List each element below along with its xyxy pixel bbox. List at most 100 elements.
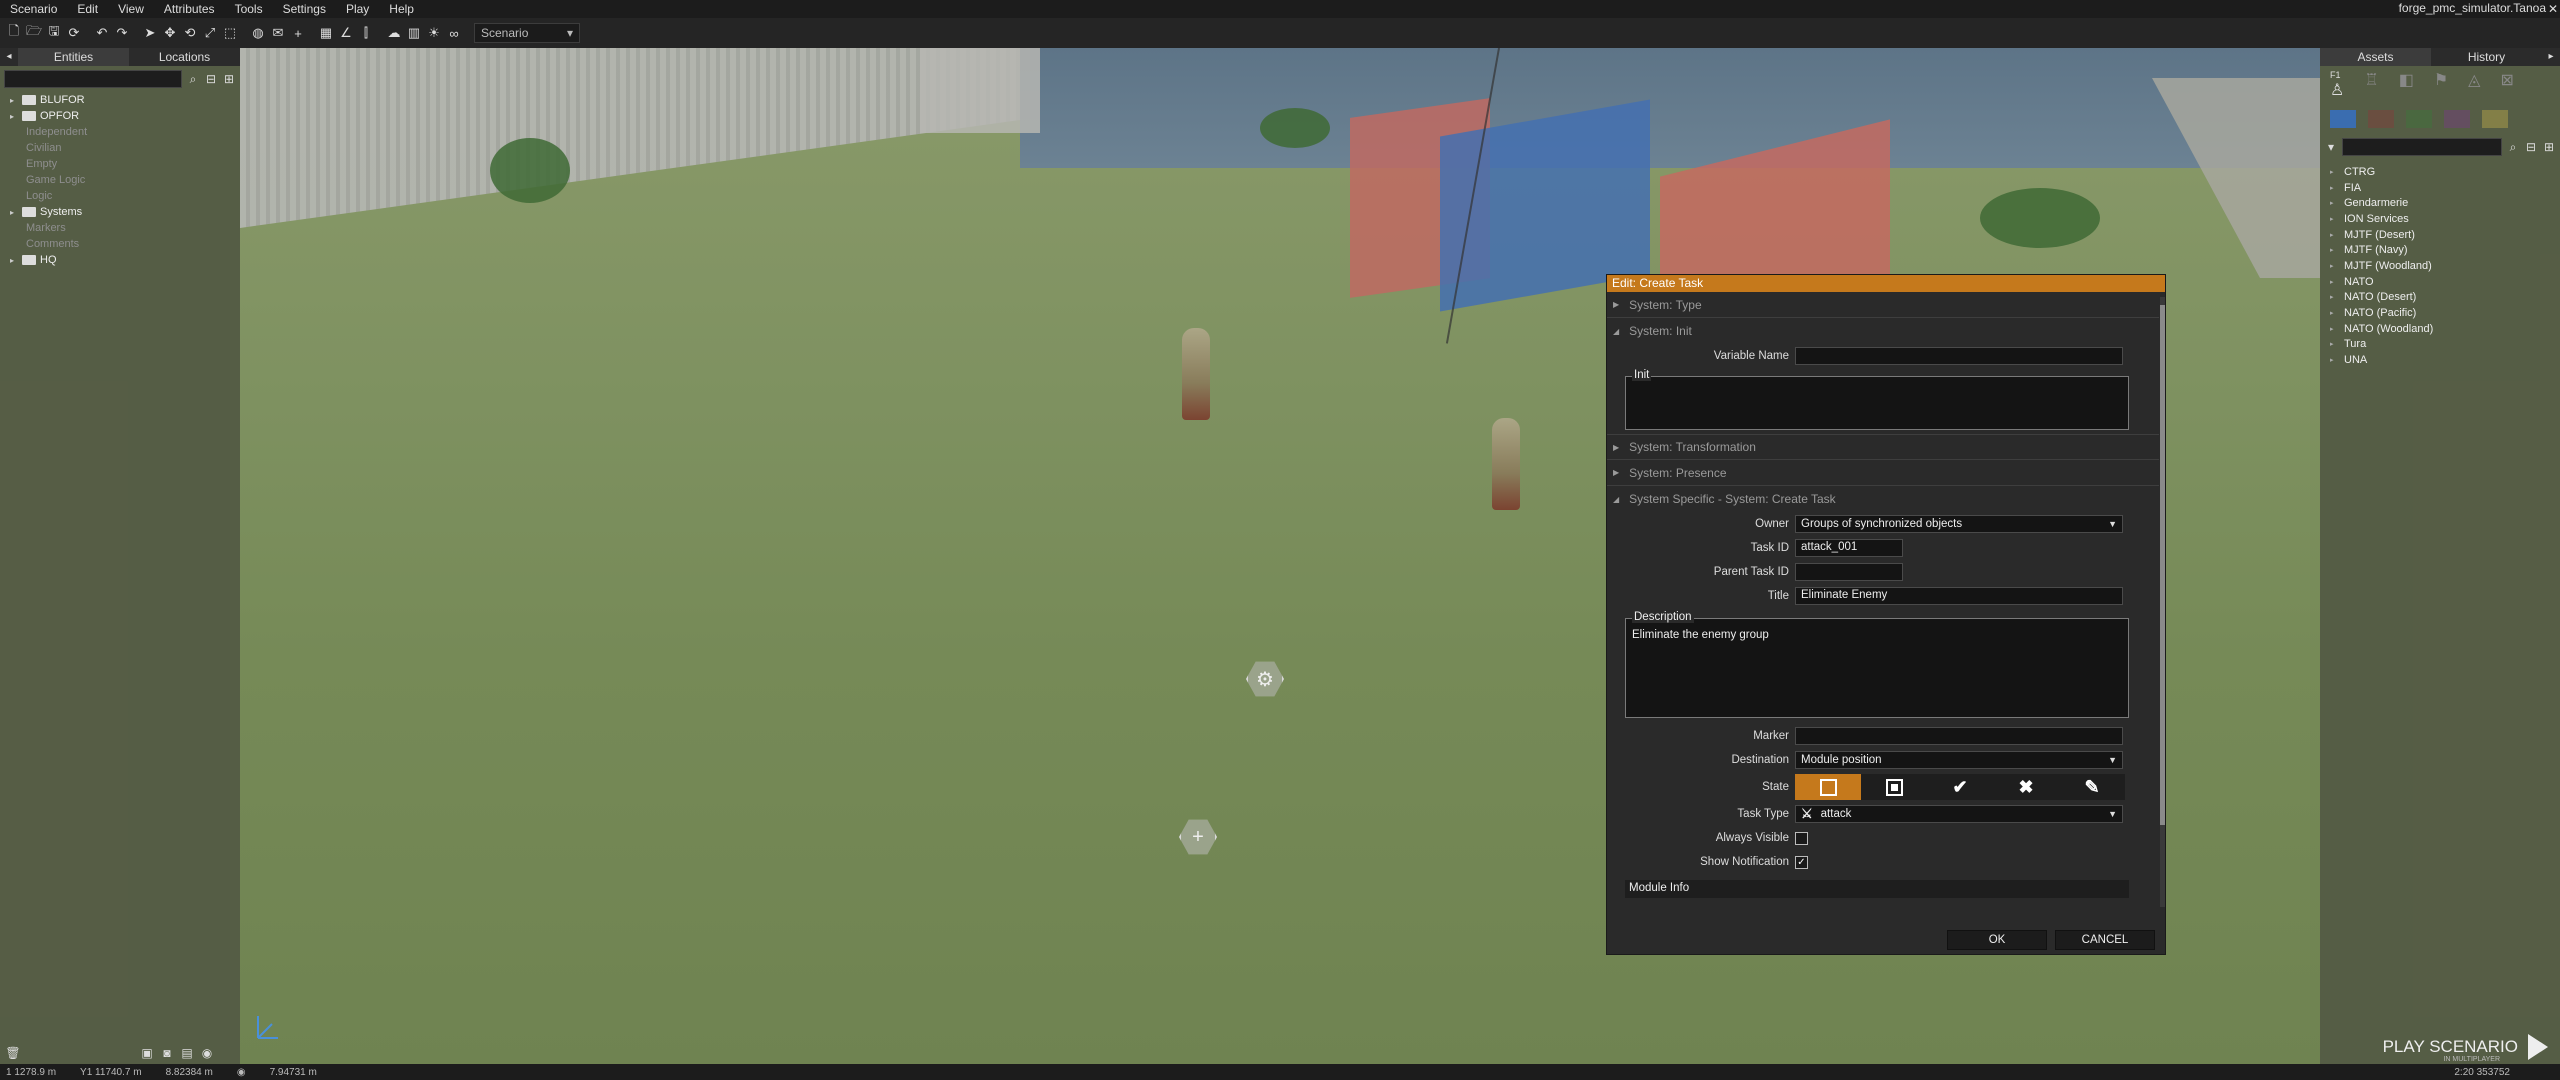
sun-icon[interactable]: ☀ <box>424 22 444 44</box>
play-scenario-button[interactable]: PLAY SCENARIO IN MULTIPLAYER <box>2383 1034 2548 1063</box>
state-assigned-button[interactable] <box>1861 774 1927 800</box>
tree-item-civilian[interactable]: Civilian <box>10 140 240 156</box>
faction-item[interactable]: ▸ MJTF (Woodland) <box>2330 258 2560 274</box>
soldier-unit[interactable] <box>1492 418 1520 510</box>
collapse-all-icon[interactable]: ⊟ <box>2524 140 2538 154</box>
expand-arrow-icon[interactable]: ▸ <box>10 256 18 265</box>
faction-item[interactable]: ▸ NATO <box>2330 274 2560 290</box>
globe-icon[interactable]: ◍ <box>248 22 268 44</box>
expand-all-icon[interactable]: ⊞ <box>2542 140 2556 154</box>
task-id-field[interactable]: attack_001 <box>1795 539 1903 557</box>
expand-arrow-icon[interactable]: ▸ <box>2330 356 2338 364</box>
menu-edit[interactable]: Edit <box>67 2 108 16</box>
expand-arrow-icon[interactable]: ▸ <box>2330 168 2338 176</box>
side-opfor-swatch[interactable] <box>2368 110 2394 128</box>
expand-arrow-icon[interactable]: ▸ <box>2330 293 2338 301</box>
expand-arrow-icon[interactable]: ▸ <box>2330 184 2338 192</box>
marker-field[interactable] <box>1795 727 2123 745</box>
tree-item-logic[interactable]: Logic <box>10 188 240 204</box>
faction-item[interactable]: ▸ NATO (Woodland) <box>2330 321 2560 337</box>
select-tool-icon[interactable]: ➤ <box>140 22 160 44</box>
publish-icon[interactable]: ⟳ <box>64 22 84 44</box>
expand-all-icon[interactable]: ⊞ <box>222 72 236 86</box>
save-icon[interactable]: 🖫 <box>44 22 64 44</box>
faction-item[interactable]: ▸ Gendarmerie <box>2330 195 2560 211</box>
weather-icon[interactable]: ☁ <box>384 22 404 44</box>
description-textarea[interactable]: Eliminate the enemy group <box>1626 619 2128 717</box>
variable-name-field[interactable] <box>1795 347 2123 365</box>
rotate-tool-icon[interactable]: ⟲ <box>180 22 200 44</box>
state-succeeded-button[interactable]: ✔ <box>1927 774 1993 800</box>
dialog-scrollbar[interactable] <box>2160 297 2165 907</box>
section-system-presence[interactable]: ▶ System: Presence <box>1607 460 2159 486</box>
filter-dropdown-icon[interactable]: ▾ <box>2324 140 2338 154</box>
tree-item-blufor[interactable]: ▸ BLUFOR <box>10 92 240 108</box>
search-icon[interactable]: ⌕ <box>186 72 200 86</box>
open-icon[interactable]: 🗁 <box>24 22 44 44</box>
faction-item[interactable]: ▸ NATO (Desert) <box>2330 290 2560 306</box>
soldier-unit[interactable] <box>1182 328 1210 420</box>
mode-select[interactable]: Scenario ▾ <box>474 23 580 43</box>
scrollbar-thumb[interactable] <box>2160 305 2165 825</box>
tree-item-comments[interactable]: Comments <box>10 236 240 252</box>
cancel-button[interactable]: CANCEL <box>2055 930 2155 950</box>
state-failed-button[interactable]: ✖ <box>1993 774 2059 800</box>
expand-arrow-icon[interactable]: ▸ <box>10 208 18 217</box>
undo-icon[interactable]: ↶ <box>92 22 112 44</box>
scale-tool-icon[interactable]: ⤢ <box>200 22 220 44</box>
expand-arrow-icon[interactable]: ▸ <box>2330 309 2338 317</box>
state-created-button[interactable] <box>1795 774 1861 800</box>
side-empty-swatch[interactable] <box>2482 110 2508 128</box>
init-textarea[interactable] <box>1626 377 2128 429</box>
destination-select[interactable]: Module position ▼ <box>1795 751 2123 769</box>
groups-icon[interactable]: ♖ <box>2364 70 2378 100</box>
trash-icon[interactable]: 🗑 <box>5 1046 20 1060</box>
faction-item[interactable]: ▸ FIA <box>2330 180 2560 196</box>
add-icon[interactable]: + <box>288 22 308 44</box>
side-civilian-swatch[interactable] <box>2444 110 2470 128</box>
expand-arrow-icon[interactable]: ▸ <box>2330 325 2338 333</box>
expand-arrow-icon[interactable]: ▸ <box>2330 231 2338 239</box>
faction-item[interactable]: ▸ CTRG <box>2330 164 2560 180</box>
task-type-select[interactable]: ⚔ attack ▼ <box>1795 805 2123 823</box>
menu-tools[interactable]: Tools <box>225 2 273 16</box>
grid-icon[interactable]: ▦ <box>316 22 336 44</box>
faction-item[interactable]: ▸ UNA <box>2330 352 2560 368</box>
module-info-header[interactable]: Module Info <box>1625 880 2129 898</box>
section-system-specific[interactable]: ◢ System Specific - System: Create Task <box>1607 486 2159 512</box>
faction-item[interactable]: ▸ ION Services <box>2330 211 2560 227</box>
expand-arrow-icon[interactable]: ▸ <box>2330 262 2338 270</box>
faction-item[interactable]: ▸ NATO (Pacific) <box>2330 305 2560 321</box>
expand-arrow-icon[interactable]: ▸ <box>10 112 18 121</box>
section-system-type[interactable]: ▶ System: Type <box>1607 292 2159 318</box>
tab-locations[interactable]: Locations <box>129 48 240 66</box>
tab-assets[interactable]: Assets <box>2320 48 2431 66</box>
move-tool-icon[interactable]: ✥ <box>160 22 180 44</box>
expand-arrow-icon[interactable]: ▸ <box>2330 246 2338 254</box>
binoculars-icon[interactable]: ∞ <box>444 22 464 44</box>
menu-scenario[interactable]: Scenario <box>0 2 67 16</box>
environment-icon[interactable]: ▥ <box>404 22 424 44</box>
tree-item-empty[interactable]: Empty <box>10 156 240 172</box>
menu-help[interactable]: Help <box>379 2 424 16</box>
gear-module-icon[interactable]: ⚙ <box>1246 661 1284 697</box>
tree-item-game-logic[interactable]: Game Logic <box>10 172 240 188</box>
title-field[interactable]: Eliminate Enemy <box>1795 587 2123 605</box>
collapse-right-icon[interactable]: ▸ <box>2542 48 2560 66</box>
camera-icon[interactable]: ◙ <box>160 1046 174 1060</box>
assets-search-input[interactable] <box>2342 138 2502 156</box>
side-blufor-swatch[interactable] <box>2330 110 2356 128</box>
expand-arrow-icon[interactable]: ▸ <box>2330 278 2338 286</box>
tab-history[interactable]: History <box>2431 48 2542 66</box>
new-scenario-icon[interactable]: 🗋 <box>4 22 24 44</box>
tree-item-hq[interactable]: ▸ HQ <box>10 252 240 268</box>
vertical-snap-icon[interactable]: ⫿ <box>356 22 376 44</box>
parent-task-id-field[interactable] <box>1795 563 1903 581</box>
create-task-module-icon[interactable]: + <box>1179 819 1217 855</box>
side-independent-swatch[interactable] <box>2406 110 2432 128</box>
state-canceled-button[interactable]: ✎ <box>2059 774 2125 800</box>
ok-button[interactable]: OK <box>1947 930 2047 950</box>
expand-arrow-icon[interactable]: ▸ <box>10 96 18 105</box>
tree-item-opfor[interactable]: ▸ OPFOR <box>10 108 240 124</box>
faction-item[interactable]: ▸ MJTF (Desert) <box>2330 227 2560 243</box>
